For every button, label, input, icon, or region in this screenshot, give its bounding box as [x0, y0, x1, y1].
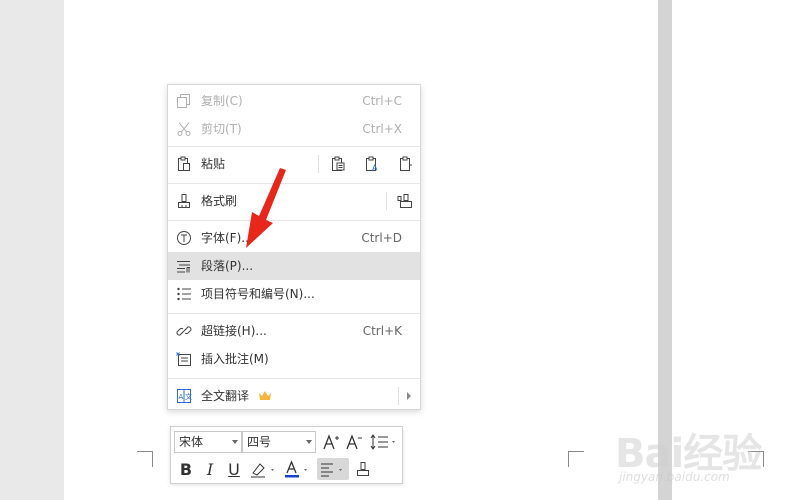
- font-icon: [177, 231, 191, 245]
- comment-icon: [176, 352, 191, 366]
- menu-item-label: 插入批注(M): [201, 352, 269, 366]
- menu-separator: [168, 220, 420, 221]
- context-menu: 复制(C) Ctrl+C 剪切(T) Ctrl+X 粘贴 A 格式刷 字体(F)…: [167, 84, 421, 410]
- bold-label: B: [179, 459, 193, 479]
- paste-merge-format-icon[interactable]: A: [364, 156, 380, 172]
- toolbar-format-painter-button[interactable]: [352, 458, 374, 480]
- shrink-font-button[interactable]: [343, 431, 365, 453]
- font-size-value: 四号: [247, 435, 272, 449]
- baidu-jingyan-watermark: Bai经验 jingyan.baidu.com: [615, 415, 795, 495]
- menu-item-label: 剪切(T): [201, 122, 242, 136]
- chevron-down-icon: [306, 440, 312, 444]
- scissors-icon: [177, 122, 191, 136]
- menu-separator: [168, 183, 420, 184]
- line-spacing-button[interactable]: [369, 431, 399, 453]
- list-icon: [177, 287, 191, 301]
- underline-button[interactable]: U: [223, 458, 245, 480]
- menu-item-font[interactable]: 字体(F)... Ctrl+D: [168, 224, 420, 252]
- shrink-font-icon: [346, 434, 362, 450]
- font-name-value: 宋体: [179, 435, 204, 449]
- menu-item-shortcut: Ctrl+X: [362, 122, 402, 136]
- menu-separator: [168, 313, 420, 314]
- menu-separator: [168, 146, 420, 147]
- highlighter-icon: [251, 463, 274, 478]
- menu-item-insert-comment[interactable]: 插入批注(M): [168, 345, 420, 373]
- menu-item-label: 段落(P)...: [201, 259, 254, 273]
- bold-button[interactable]: B: [175, 458, 197, 480]
- highlight-button[interactable]: [249, 458, 279, 480]
- menu-vertical-separator: [386, 192, 387, 210]
- align-left-icon: [321, 463, 342, 477]
- annotation-arrow: [246, 168, 286, 248]
- menu-item-shortcut: Ctrl+D: [361, 231, 402, 245]
- font-color-icon: [285, 460, 307, 478]
- mini-format-toolbar: 宋体 四号 B I U: [170, 426, 403, 484]
- copy-icon: [177, 94, 190, 108]
- menu-item-copy[interactable]: 复制(C) Ctrl+C: [168, 87, 420, 115]
- chevron-down-icon: [232, 440, 238, 444]
- translate-icon: A文: [177, 389, 192, 403]
- svg-text:A: A: [372, 164, 378, 173]
- paste-keep-format-icon[interactable]: [330, 156, 346, 172]
- page-margin-corner: [568, 451, 584, 467]
- menu-item-hyperlink[interactable]: 超链接(H)... Ctrl+K: [168, 317, 420, 345]
- menu-item-paragraph[interactable]: 段落(P)...: [168, 252, 420, 280]
- brush-icon: [357, 462, 369, 476]
- watermark-site: jingyan.baidu.com: [619, 470, 730, 484]
- menu-item-paste[interactable]: 粘贴 A: [168, 150, 420, 178]
- align-button[interactable]: [317, 458, 349, 480]
- svg-text:A: A: [179, 393, 184, 401]
- menu-item-full-translate[interactable]: A文 全文翻译: [168, 382, 420, 410]
- menu-separator: [168, 378, 420, 379]
- paste-icon: [178, 156, 190, 171]
- menu-item-label: 粘贴: [201, 157, 226, 171]
- paste-text-only-icon[interactable]: [398, 156, 414, 172]
- page-margin-corner: [137, 451, 153, 467]
- font-name-select[interactable]: 宋体: [174, 431, 242, 453]
- line-spacing-icon: [370, 434, 395, 450]
- link-icon: [176, 326, 192, 336]
- multi-brush-icon[interactable]: [397, 193, 415, 209]
- italic-label: I: [206, 459, 214, 479]
- menu-item-label: 复制(C): [201, 94, 243, 108]
- menu-item-label: 格式刷: [201, 194, 238, 208]
- menu-vertical-separator: [398, 387, 399, 405]
- chevron-right-icon[interactable]: [406, 392, 412, 400]
- underline-label: U: [228, 459, 240, 479]
- italic-button[interactable]: I: [199, 458, 221, 480]
- paragraph-icon: [177, 261, 190, 273]
- menu-item-label: 全文翻译: [201, 389, 250, 403]
- menu-item-cut[interactable]: 剪切(T) Ctrl+X: [168, 115, 420, 143]
- menu-item-label: 项目符号和编号(N)...: [201, 287, 315, 301]
- menu-item-shortcut: Ctrl+C: [362, 94, 402, 108]
- menu-item-shortcut: Ctrl+K: [362, 324, 402, 338]
- grow-font-button[interactable]: [320, 431, 342, 453]
- brush-icon: [178, 194, 190, 208]
- font-color-button[interactable]: [283, 458, 313, 480]
- crown-icon: [259, 391, 271, 400]
- grow-font-icon: [323, 434, 339, 450]
- menu-item-format-painter[interactable]: 格式刷: [168, 187, 420, 215]
- menu-item-bullets-numbering[interactable]: 项目符号和编号(N)...: [168, 280, 420, 308]
- menu-vertical-separator: [318, 155, 319, 173]
- font-size-select[interactable]: 四号: [242, 431, 316, 453]
- menu-item-label: 超链接(H)...: [201, 324, 267, 338]
- svg-text:文: 文: [185, 392, 192, 401]
